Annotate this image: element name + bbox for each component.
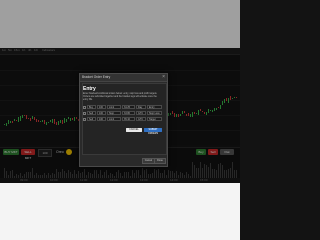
bracket-order-dialog: Bracket Order Entry × Entry Enter bracke… (79, 73, 168, 167)
side-select[interactable]: Sell (87, 111, 96, 115)
side-select[interactable]: Buy (87, 105, 96, 109)
page-footer-area (0, 183, 240, 240)
trading-app: 1m 5m 15m 1h 4h 1D Indicators 09:00 10:0… (0, 0, 240, 240)
tif-select[interactable]: Day (136, 105, 146, 109)
tag-label: Entry (147, 105, 162, 109)
side-select[interactable]: Sell (87, 117, 96, 121)
order-row: Buy 100 Limit 34.25 Day Entry (83, 105, 163, 109)
dialog-window-title: Bracket Order Entry (82, 75, 111, 79)
price-input[interactable]: 33.80 (122, 111, 135, 115)
tag-label: Target (147, 117, 162, 121)
qty-input[interactable]: 100 (97, 117, 106, 121)
row-checkbox[interactable] (83, 111, 86, 115)
tif-select[interactable]: GTC (136, 117, 146, 121)
qty-input[interactable]: 100 (97, 111, 106, 115)
close-icon[interactable]: × (162, 74, 165, 80)
type-select[interactable]: Stop (107, 111, 121, 115)
tag-label: Stop Loss (147, 111, 162, 115)
order-row: Sell 100 Limit 35.10 GTC Target (83, 117, 163, 121)
price-input[interactable]: 34.25 (122, 105, 135, 109)
row-checkbox[interactable] (83, 105, 86, 109)
qty-input[interactable]: 100 (97, 105, 106, 109)
row-checkbox[interactable] (83, 117, 86, 121)
order-row: Sell 100 Stop 33.80 GTC Stop Loss (83, 111, 163, 115)
type-select[interactable]: Limit (107, 117, 121, 121)
dialog-heading: Entry (83, 86, 96, 92)
tif-select[interactable]: GTC (136, 111, 146, 115)
type-select[interactable]: Limit (107, 105, 121, 109)
submit-orders-button[interactable]: SUBMIT ORDERS (144, 128, 162, 135)
price-input[interactable]: 35.10 (122, 117, 135, 121)
dialog-description: Enter bracket/conditional orders below: … (83, 93, 158, 101)
footer-done-button[interactable]: Done (154, 158, 166, 164)
dialog-title-bar[interactable]: Bracket Order Entry × (80, 74, 167, 82)
cancel-button[interactable]: CANCEL (126, 128, 142, 132)
